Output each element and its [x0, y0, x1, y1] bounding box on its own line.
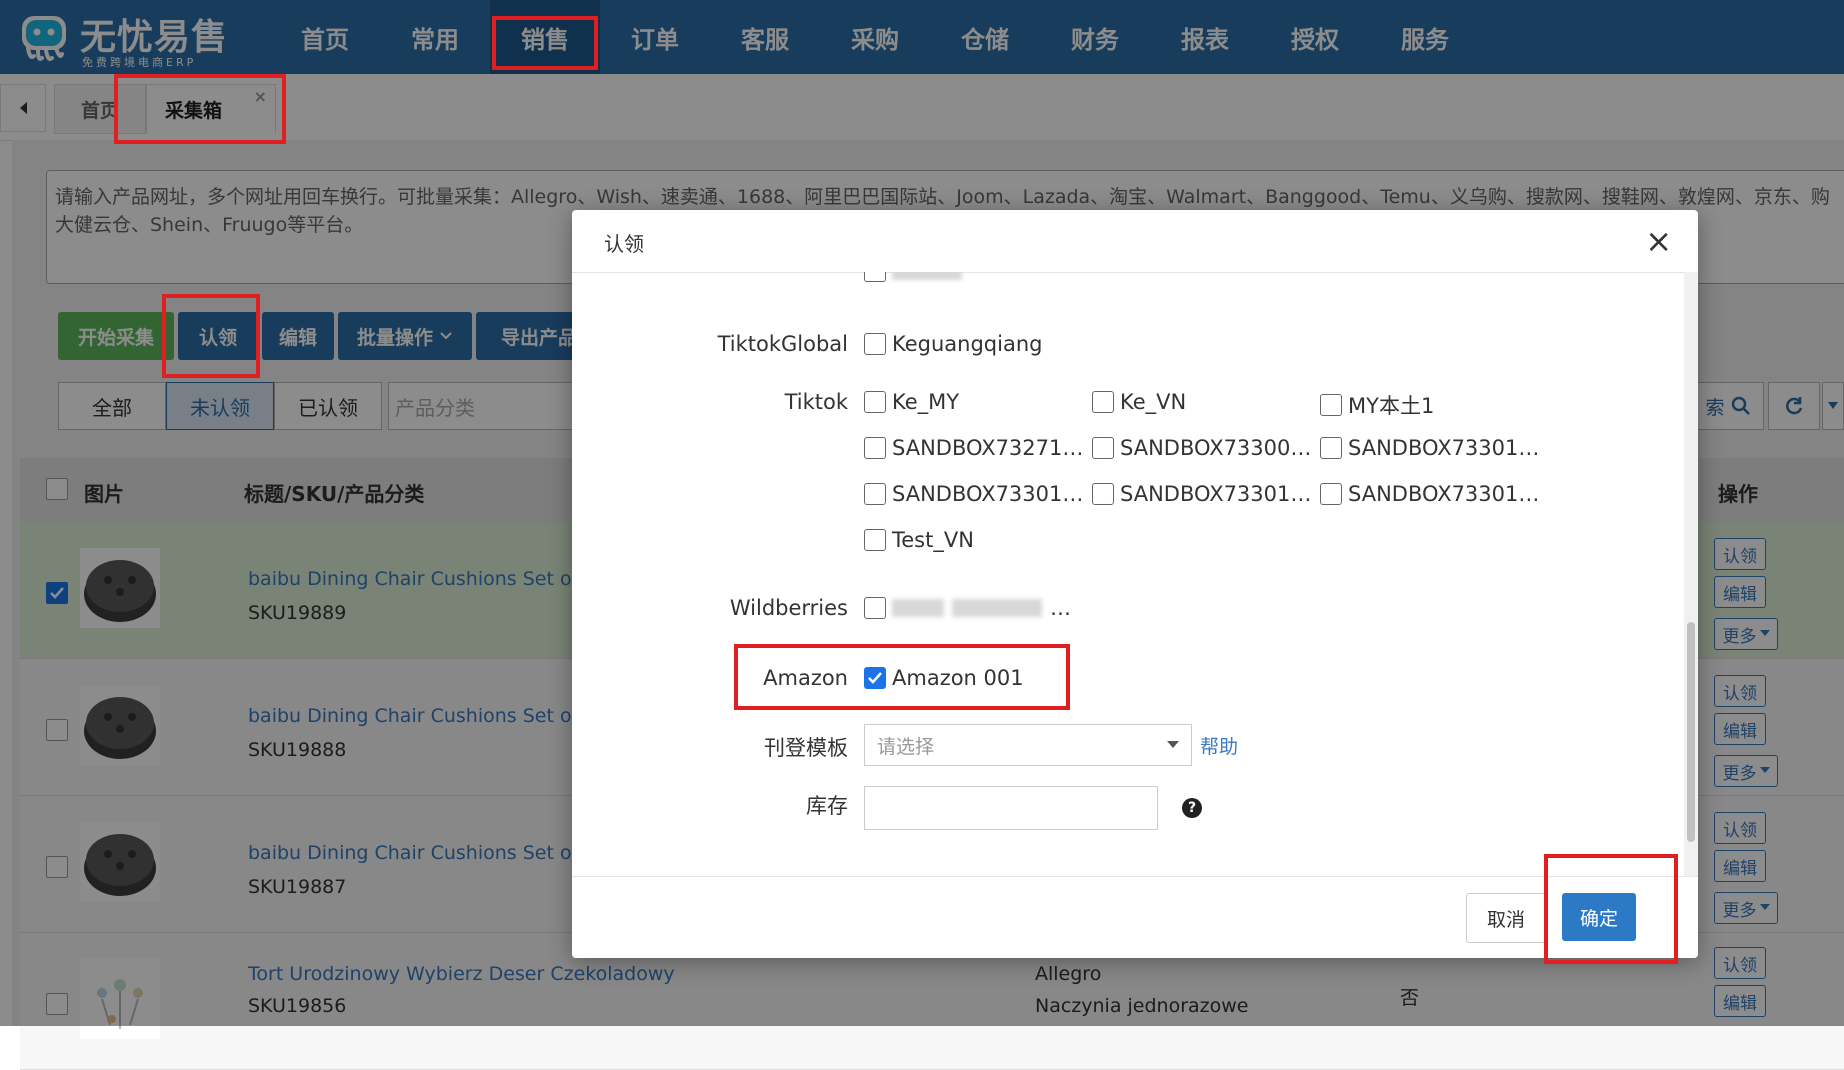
- tiktok-account-checkbox[interactable]: SANDBOX73301…: [864, 482, 1083, 506]
- amazon-account-checkbox[interactable]: Amazon 001: [864, 666, 1024, 690]
- template-label: 刊登模板: [764, 736, 848, 760]
- account-checkbox-partial[interactable]: [864, 272, 970, 282]
- tiktok-account-checkbox[interactable]: SANDBOX73301…: [1320, 436, 1539, 460]
- tiktok-account-checkbox[interactable]: SANDBOX73271…: [864, 436, 1083, 460]
- modal-title: 认领: [604, 232, 644, 256]
- question-icon[interactable]: ?: [1182, 798, 1202, 818]
- claim-modal: 认领 × TiktokGlobal Keguangqiang Tiktok Ke…: [572, 210, 1698, 958]
- amazon-label: Amazon: [763, 666, 848, 690]
- modal-header: 认领 ×: [572, 210, 1698, 273]
- tiktok-account-checkbox[interactable]: MY本土1: [1320, 390, 1434, 420]
- tiktok-account-checkbox[interactable]: Ke_MY: [864, 390, 959, 414]
- tiktok-account-checkbox[interactable]: SANDBOX73301…: [1092, 482, 1311, 506]
- template-select[interactable]: 请选择: [864, 724, 1192, 766]
- tiktok-account-checkbox[interactable]: Ke_VN: [1092, 390, 1186, 414]
- tiktok-account-checkbox[interactable]: SANDBOX73301…: [1320, 482, 1539, 506]
- chevron-down-icon: [1167, 741, 1179, 748]
- confirm-button[interactable]: 确定: [1562, 893, 1636, 941]
- stock-input[interactable]: [864, 786, 1158, 830]
- wildberries-account-checkbox[interactable]: …: [864, 596, 1071, 620]
- scrollbar-thumb[interactable]: [1687, 622, 1695, 842]
- tiktok-account-checkbox[interactable]: Test_VN: [864, 528, 974, 552]
- cancel-button[interactable]: 取消: [1466, 893, 1546, 943]
- modal-scrollbar[interactable]: [1684, 272, 1698, 876]
- tiktok-account-checkbox[interactable]: SANDBOX73300…: [1092, 436, 1311, 460]
- wildberries-label: Wildberries: [729, 596, 848, 620]
- template-select-value: 请选择: [877, 735, 935, 758]
- tiktokglobal-account-checkbox[interactable]: Keguangqiang: [864, 332, 1042, 356]
- help-link[interactable]: 帮助: [1200, 732, 1238, 759]
- modal-body[interactable]: TiktokGlobal Keguangqiang Tiktok Ke_MY K…: [572, 272, 1698, 876]
- stock-label: 库存: [806, 794, 848, 818]
- tiktokglobal-label: TiktokGlobal: [717, 332, 848, 356]
- tiktok-label: Tiktok: [784, 390, 848, 414]
- modal-footer: 取消 确定: [572, 876, 1698, 958]
- check-icon: [868, 672, 882, 684]
- close-icon[interactable]: ×: [1645, 222, 1672, 260]
